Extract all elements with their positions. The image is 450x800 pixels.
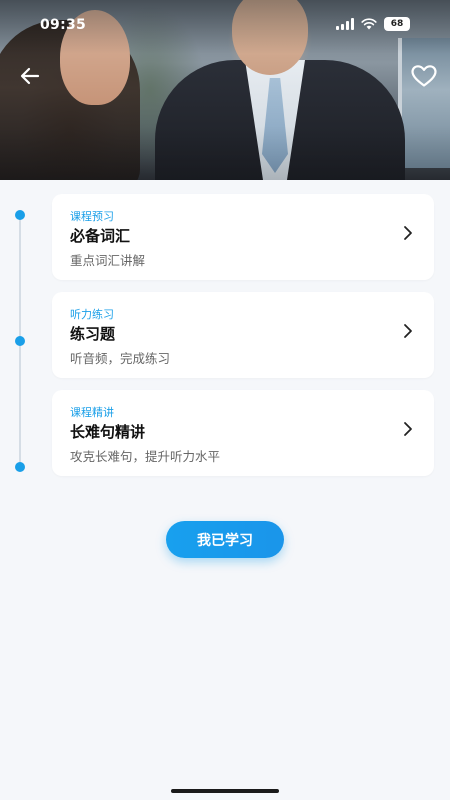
timeline-dot <box>15 210 25 220</box>
status-time: 09:35 <box>40 17 87 33</box>
timeline-dot <box>15 336 25 346</box>
signal-icon <box>336 18 354 30</box>
chevron-right-icon <box>404 226 412 240</box>
lesson-tag: 听力练习 <box>70 308 114 321</box>
back-button[interactable] <box>16 64 44 88</box>
lesson-title: 练习题 <box>70 325 116 343</box>
lesson-card-vocabulary[interactable]: 课程预习 必备词汇 重点词汇讲解 <box>52 194 434 280</box>
arrow-left-icon <box>20 67 40 85</box>
lesson-card-long-sentences[interactable]: 课程精讲 长难句精讲 攻克长难句，提升听力水平 <box>52 390 434 476</box>
lesson-title: 必备词汇 <box>70 227 131 245</box>
status-indicators: 68 <box>336 17 410 31</box>
lesson-description: 攻克长难句，提升听力水平 <box>70 449 221 464</box>
lesson-description: 重点词汇讲解 <box>70 253 146 268</box>
status-bar: 09:35 68 <box>0 0 450 52</box>
chevron-right-icon <box>404 422 412 436</box>
battery-level: 68 <box>390 19 404 29</box>
timeline-dot <box>15 462 25 472</box>
mark-learned-button[interactable]: 我已学习 <box>166 521 284 558</box>
lesson-title: 长难句精讲 <box>70 423 146 441</box>
favorite-button[interactable] <box>408 62 440 90</box>
home-indicator <box>171 789 279 793</box>
heart-outline-icon <box>411 65 437 87</box>
lesson-description: 听音频，完成练习 <box>70 351 171 366</box>
wifi-icon <box>361 18 377 30</box>
lesson-card-exercises[interactable]: 听力练习 练习题 听音频，完成练习 <box>52 292 434 378</box>
lesson-tag: 课程精讲 <box>70 406 114 419</box>
lesson-tag: 课程预习 <box>70 210 114 223</box>
battery-icon: 68 <box>384 17 410 31</box>
chevron-right-icon <box>404 324 412 338</box>
